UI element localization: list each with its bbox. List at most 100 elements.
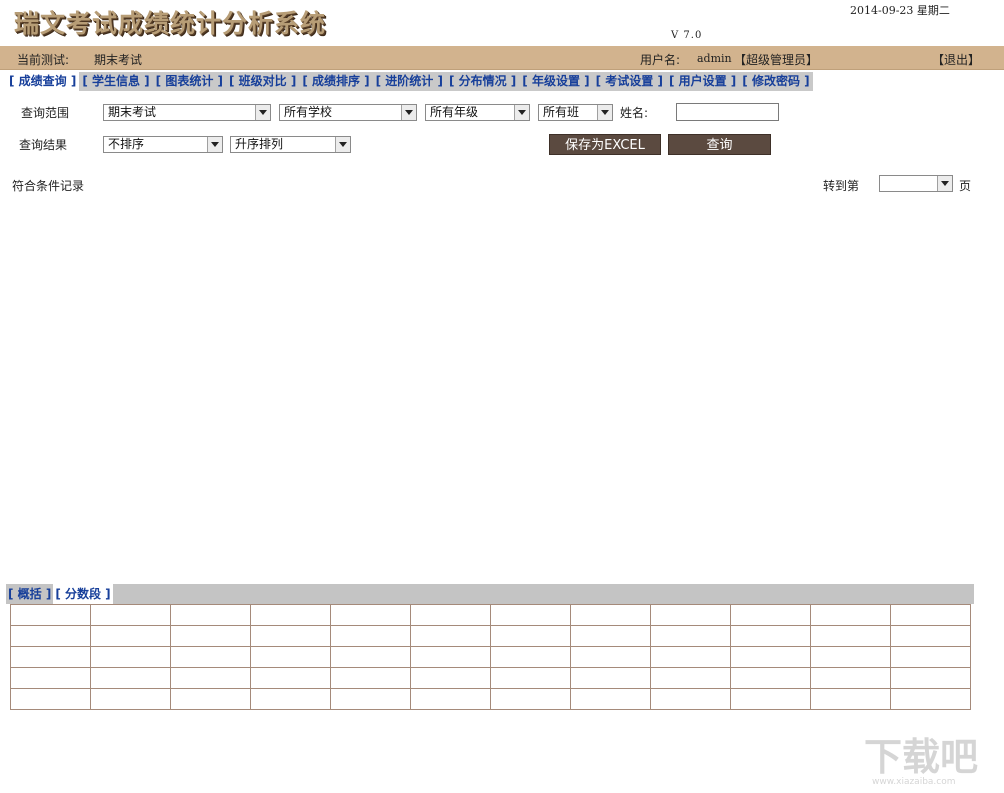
watermark-logo: 下载吧 www.xiazaiba.com — [864, 735, 978, 786]
grade-select[interactable]: 所有年级 — [425, 104, 530, 121]
table-cell — [810, 625, 891, 647]
tab-3[interactable]: [ 班级对比 ] — [225, 72, 300, 91]
order-select[interactable]: 升序排列 — [230, 136, 351, 153]
table-cell — [730, 646, 811, 668]
table-cell — [570, 646, 651, 668]
table-cell — [490, 667, 571, 689]
class-select[interactable]: 所有班 — [538, 104, 613, 121]
table-cell — [490, 688, 571, 710]
tab-9[interactable]: [ 用户设置 ] — [665, 72, 740, 91]
chevron-down-icon[interactable] — [255, 105, 270, 120]
header: 瑞文考试成绩统计分析系统 2014-09-23 星期二 V 7.0 — [0, 0, 1004, 46]
tab-6[interactable]: [ 分布情况 ] — [445, 72, 520, 91]
table-cell — [170, 604, 251, 626]
table-cell — [410, 625, 491, 647]
table-cell — [250, 625, 331, 647]
exam-select[interactable]: 期末考试 — [103, 104, 271, 121]
chevron-down-icon[interactable] — [597, 105, 612, 120]
tab-8[interactable]: [ 考试设置 ] — [592, 72, 666, 91]
username-value: admin — [697, 52, 732, 65]
table-cell — [810, 667, 891, 689]
table-cell — [330, 688, 411, 710]
table-cell — [810, 604, 891, 626]
table-cell — [170, 688, 251, 710]
table-cell — [570, 625, 651, 647]
table-cell — [730, 625, 811, 647]
tab-5[interactable]: [ 进阶统计 ] — [372, 72, 446, 91]
table-cell — [410, 604, 491, 626]
table-cell — [650, 604, 731, 626]
chevron-down-icon[interactable] — [335, 137, 350, 152]
table-cell — [10, 625, 91, 647]
bottom-tab-bar — [6, 584, 974, 604]
bottom-tab-1[interactable]: [ 分数段 ] — [53, 584, 113, 604]
table-cell — [490, 625, 571, 647]
table-cell — [570, 688, 651, 710]
table-cell — [330, 625, 411, 647]
bottom-tab-0[interactable]: [ 概括 ] — [6, 584, 54, 604]
chevron-down-icon[interactable] — [514, 105, 529, 120]
tab-4[interactable]: [ 成绩排序 ] — [299, 72, 373, 91]
version-label: V 7.0 — [671, 30, 703, 41]
table-row — [10, 604, 971, 626]
chevron-down-icon[interactable] — [207, 137, 222, 152]
tab-0[interactable]: [ 成绩查询 ] — [6, 72, 80, 91]
school-select[interactable]: 所有学校 — [279, 104, 417, 121]
tab-1[interactable]: [ 学生信息 ] — [79, 72, 153, 91]
table-cell — [10, 688, 91, 710]
tab-10[interactable]: [ 修改密码 ] — [739, 72, 813, 91]
name-input[interactable] — [676, 103, 779, 121]
table-row — [10, 688, 971, 710]
table-cell — [810, 646, 891, 668]
table-cell — [410, 688, 491, 710]
table-row — [10, 625, 971, 647]
table-cell — [890, 625, 971, 647]
table-cell — [650, 646, 731, 668]
table-cell — [890, 667, 971, 689]
info-bar: 当前测试: 期末考试 用户名: admin 【超级管理员】 【退出】 — [0, 46, 1004, 70]
current-test-value: 期末考试 — [94, 53, 143, 67]
table-cell — [410, 646, 491, 668]
logout-link[interactable]: 【退出】 — [932, 51, 980, 68]
table-cell — [810, 688, 891, 710]
sort-select-value: 不排序 — [108, 137, 145, 151]
table-cell — [250, 604, 331, 626]
class-select-value: 所有班 — [543, 105, 580, 119]
table-cell — [330, 604, 411, 626]
table-cell — [90, 625, 171, 647]
page-select[interactable] — [879, 175, 953, 192]
tab-2[interactable]: [ 图表统计 ] — [152, 72, 226, 91]
table-cell — [250, 646, 331, 668]
grade-select-value: 所有年级 — [430, 105, 479, 119]
table-cell — [490, 646, 571, 668]
table-cell — [90, 604, 171, 626]
table-row — [10, 667, 971, 689]
table-cell — [410, 667, 491, 689]
name-label: 姓名: — [620, 106, 649, 120]
table-cell — [90, 667, 171, 689]
table-cell — [570, 604, 651, 626]
table-cell — [490, 604, 571, 626]
table-row — [10, 646, 971, 668]
matching-records-label: 符合条件记录 — [12, 179, 85, 193]
app-logo-title: 瑞文考试成绩统计分析系统 — [14, 9, 327, 38]
query-button[interactable]: 查询 — [668, 134, 771, 155]
tab-7[interactable]: [ 年级设置 ] — [519, 72, 593, 91]
chevron-down-icon[interactable] — [401, 105, 416, 120]
query-range-label: 查询范围 — [21, 106, 70, 120]
table-cell — [730, 688, 811, 710]
page-suffix-label: 页 — [959, 179, 972, 193]
table-cell — [730, 604, 811, 626]
table-cell — [250, 667, 331, 689]
table-cell — [10, 667, 91, 689]
sort-select[interactable]: 不排序 — [103, 136, 223, 153]
table-cell — [250, 688, 331, 710]
chevron-down-icon[interactable] — [937, 176, 952, 191]
save-excel-button[interactable]: 保存为EXCEL — [549, 134, 661, 155]
table-cell — [10, 646, 91, 668]
table-cell — [650, 688, 731, 710]
table-cell — [10, 604, 91, 626]
main-tabs: [ 成绩查询 ][ 学生信息 ][ 图表统计 ][ 班级对比 ][ 成绩排序 ]… — [6, 72, 813, 91]
table-cell — [890, 604, 971, 626]
table-cell — [170, 625, 251, 647]
